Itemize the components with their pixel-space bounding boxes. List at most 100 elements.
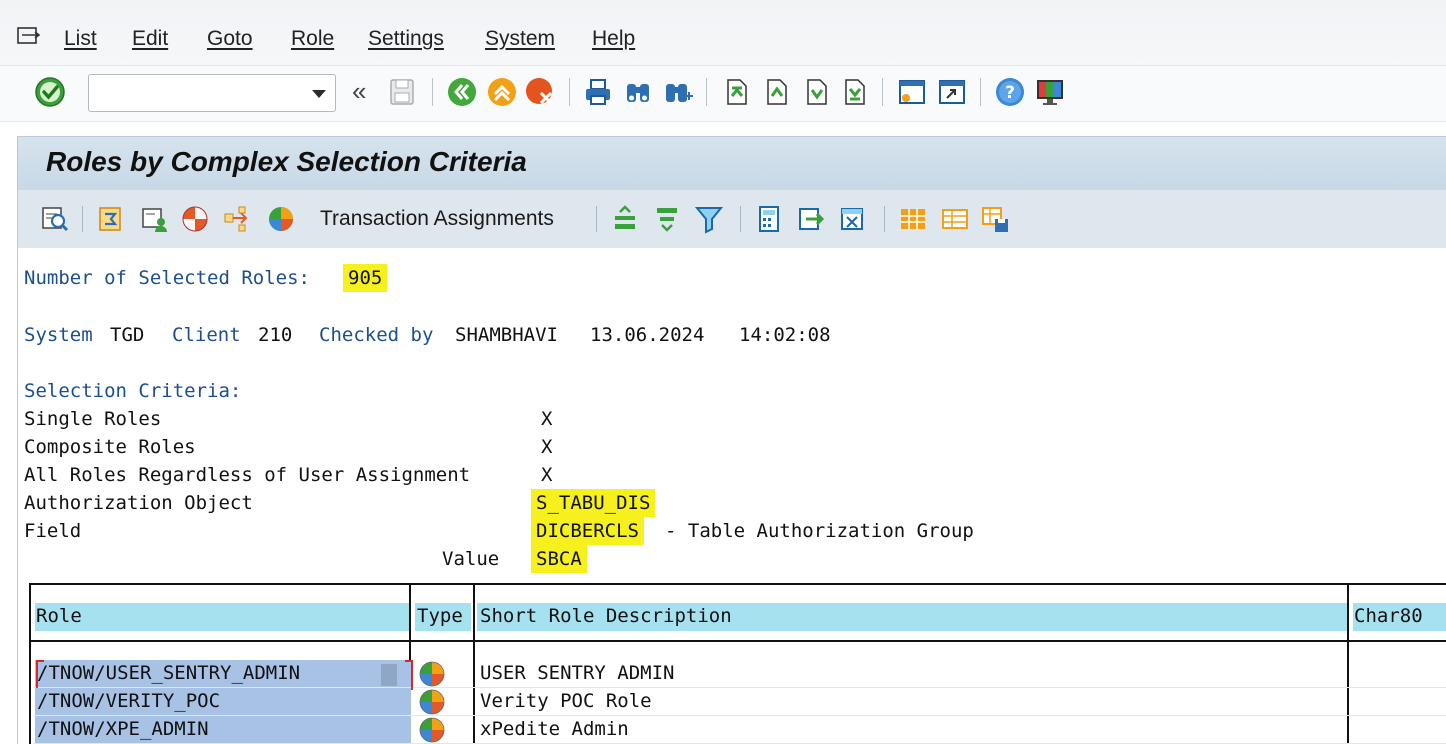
exit-icon[interactable] [486, 76, 518, 108]
menu-list[interactable]: List [64, 27, 97, 51]
new-session-icon[interactable] [896, 76, 928, 108]
menu-edit[interactable]: Edit [132, 27, 168, 51]
single-role-icon [418, 716, 446, 744]
role-name[interactable]: /TNOW/XPE_ADMIN [37, 718, 209, 740]
spreadsheet-icon[interactable] [838, 204, 868, 234]
table-row[interactable]: /TNOW/VERITY_POC Verity POC Role [33, 688, 1446, 716]
find-next-icon[interactable] [662, 76, 694, 108]
client-value: 210 [258, 324, 293, 346]
role-user-icon[interactable] [140, 204, 170, 234]
column-header-char80[interactable]: Char80 [1354, 605, 1423, 627]
value-label: Value [442, 548, 500, 570]
menu-bar: List Edit Goto Role Settings System Help [0, 0, 1446, 66]
menu-goto[interactable]: Goto [207, 27, 253, 51]
cell-cursor-marker [381, 664, 397, 686]
selection-marker [405, 660, 413, 690]
header-divider [31, 640, 1446, 642]
roles-table: Role Type Short Role Description Char80 … [29, 583, 1446, 744]
sort-descending-icon[interactable] [652, 204, 682, 234]
menu-window-icon[interactable] [16, 26, 41, 46]
column-header-description[interactable]: Short Role Description [480, 605, 732, 627]
role-hierarchy-icon[interactable] [222, 204, 252, 234]
filter-icon[interactable] [694, 204, 724, 234]
customize-layout-icon[interactable] [1034, 76, 1066, 108]
toolbar-separator [884, 206, 885, 232]
total-icon[interactable] [754, 204, 784, 234]
enter-check-icon[interactable] [34, 76, 66, 108]
save-layout-icon[interactable] [980, 204, 1010, 234]
sort-ascending-icon[interactable] [610, 204, 640, 234]
table-row[interactable]: /TNOW/XPE_ADMIN xPedite Admin [33, 716, 1446, 744]
where-used-icon[interactable] [96, 204, 126, 234]
selection-criteria-heading: Selection Criteria: [24, 380, 242, 402]
single-roles-value: X [541, 408, 553, 430]
print-icon[interactable] [582, 76, 614, 108]
page-title: Roles by Complex Selection Criteria [46, 146, 527, 177]
transaction-assignments-button[interactable]: Transaction Assignments [320, 207, 554, 231]
command-field[interactable] [88, 74, 336, 112]
menu-help[interactable]: Help [592, 27, 635, 51]
column-header-role[interactable]: Role [36, 605, 82, 627]
select-layout-icon[interactable] [940, 204, 970, 234]
column-header-type[interactable]: Type [417, 605, 463, 627]
field-label: Field [24, 520, 82, 542]
menu-role[interactable]: Role [291, 27, 334, 51]
standard-toolbar: « ? [0, 66, 1446, 122]
display-details-icon[interactable] [40, 204, 70, 234]
role-name[interactable]: /TNOW/USER_SENTRY_ADMIN [37, 662, 300, 684]
single-role-icon [418, 688, 446, 716]
check-date: 13.06.2024 [590, 324, 705, 346]
checked-by-value: SHAMBHAVI [455, 324, 558, 346]
selected-roles-label: Number of Selected Roles: [24, 267, 310, 289]
shortcut-icon[interactable] [936, 76, 968, 108]
composite-roles-label: Composite Roles [24, 436, 196, 458]
collapse-command-icon[interactable]: « [352, 76, 366, 107]
composite-role-icon[interactable] [180, 204, 210, 234]
system-value: TGD [110, 324, 145, 346]
selected-roles-count: 905 [343, 264, 388, 292]
toolbar-separator [596, 206, 597, 232]
change-layout-icon[interactable] [898, 204, 928, 234]
composite-roles-value: X [541, 436, 553, 458]
role-description: USER SENTRY ADMIN [480, 662, 675, 684]
toolbar-separator [706, 78, 707, 106]
back-icon[interactable] [446, 76, 478, 108]
next-page-icon[interactable] [800, 76, 832, 108]
field-description: - Table Authorization Group [665, 520, 974, 542]
single-role-icon[interactable] [266, 204, 296, 234]
all-roles-value: X [541, 464, 553, 486]
toolbar-separator [740, 206, 741, 232]
all-roles-label: All Roles Regardless of User Assignment [24, 464, 471, 486]
system-label: System [24, 324, 93, 346]
chevron-down-icon[interactable] [312, 90, 326, 98]
find-icon[interactable] [622, 76, 654, 108]
save-icon[interactable] [386, 76, 418, 108]
toolbar-separator [980, 78, 981, 106]
menu-settings[interactable]: Settings [368, 27, 444, 51]
svg-text:?: ? [1005, 83, 1015, 103]
toolbar-separator [882, 78, 883, 106]
role-description: xPedite Admin [480, 718, 629, 740]
toolbar-separator [432, 78, 433, 106]
cancel-icon[interactable] [524, 76, 556, 108]
role-name[interactable]: /TNOW/VERITY_POC [37, 690, 220, 712]
application-toolbar: Transaction Assignments [17, 190, 1446, 248]
toolbar-separator [569, 78, 570, 106]
checked-by-label: Checked by [319, 324, 434, 346]
authorization-object-label: Authorization Object [24, 492, 253, 514]
check-time: 14:02:08 [739, 324, 831, 346]
first-page-icon[interactable] [720, 76, 752, 108]
export-icon[interactable] [796, 204, 826, 234]
single-role-icon [418, 660, 446, 688]
table-row[interactable]: /TNOW/USER_SENTRY_ADMIN USER SENTRY ADMI… [33, 660, 1446, 690]
last-page-icon[interactable] [838, 76, 870, 108]
field-value: DICBERCLS [531, 517, 644, 545]
previous-page-icon[interactable] [760, 76, 792, 108]
toolbar-separator [82, 206, 83, 232]
single-roles-label: Single Roles [24, 408, 162, 430]
header-cell-role [35, 603, 409, 631]
authorization-object-value: S_TABU_DIS [531, 489, 656, 517]
help-icon[interactable]: ? [994, 76, 1026, 108]
client-label: Client [172, 324, 241, 346]
menu-system[interactable]: System [485, 27, 555, 51]
